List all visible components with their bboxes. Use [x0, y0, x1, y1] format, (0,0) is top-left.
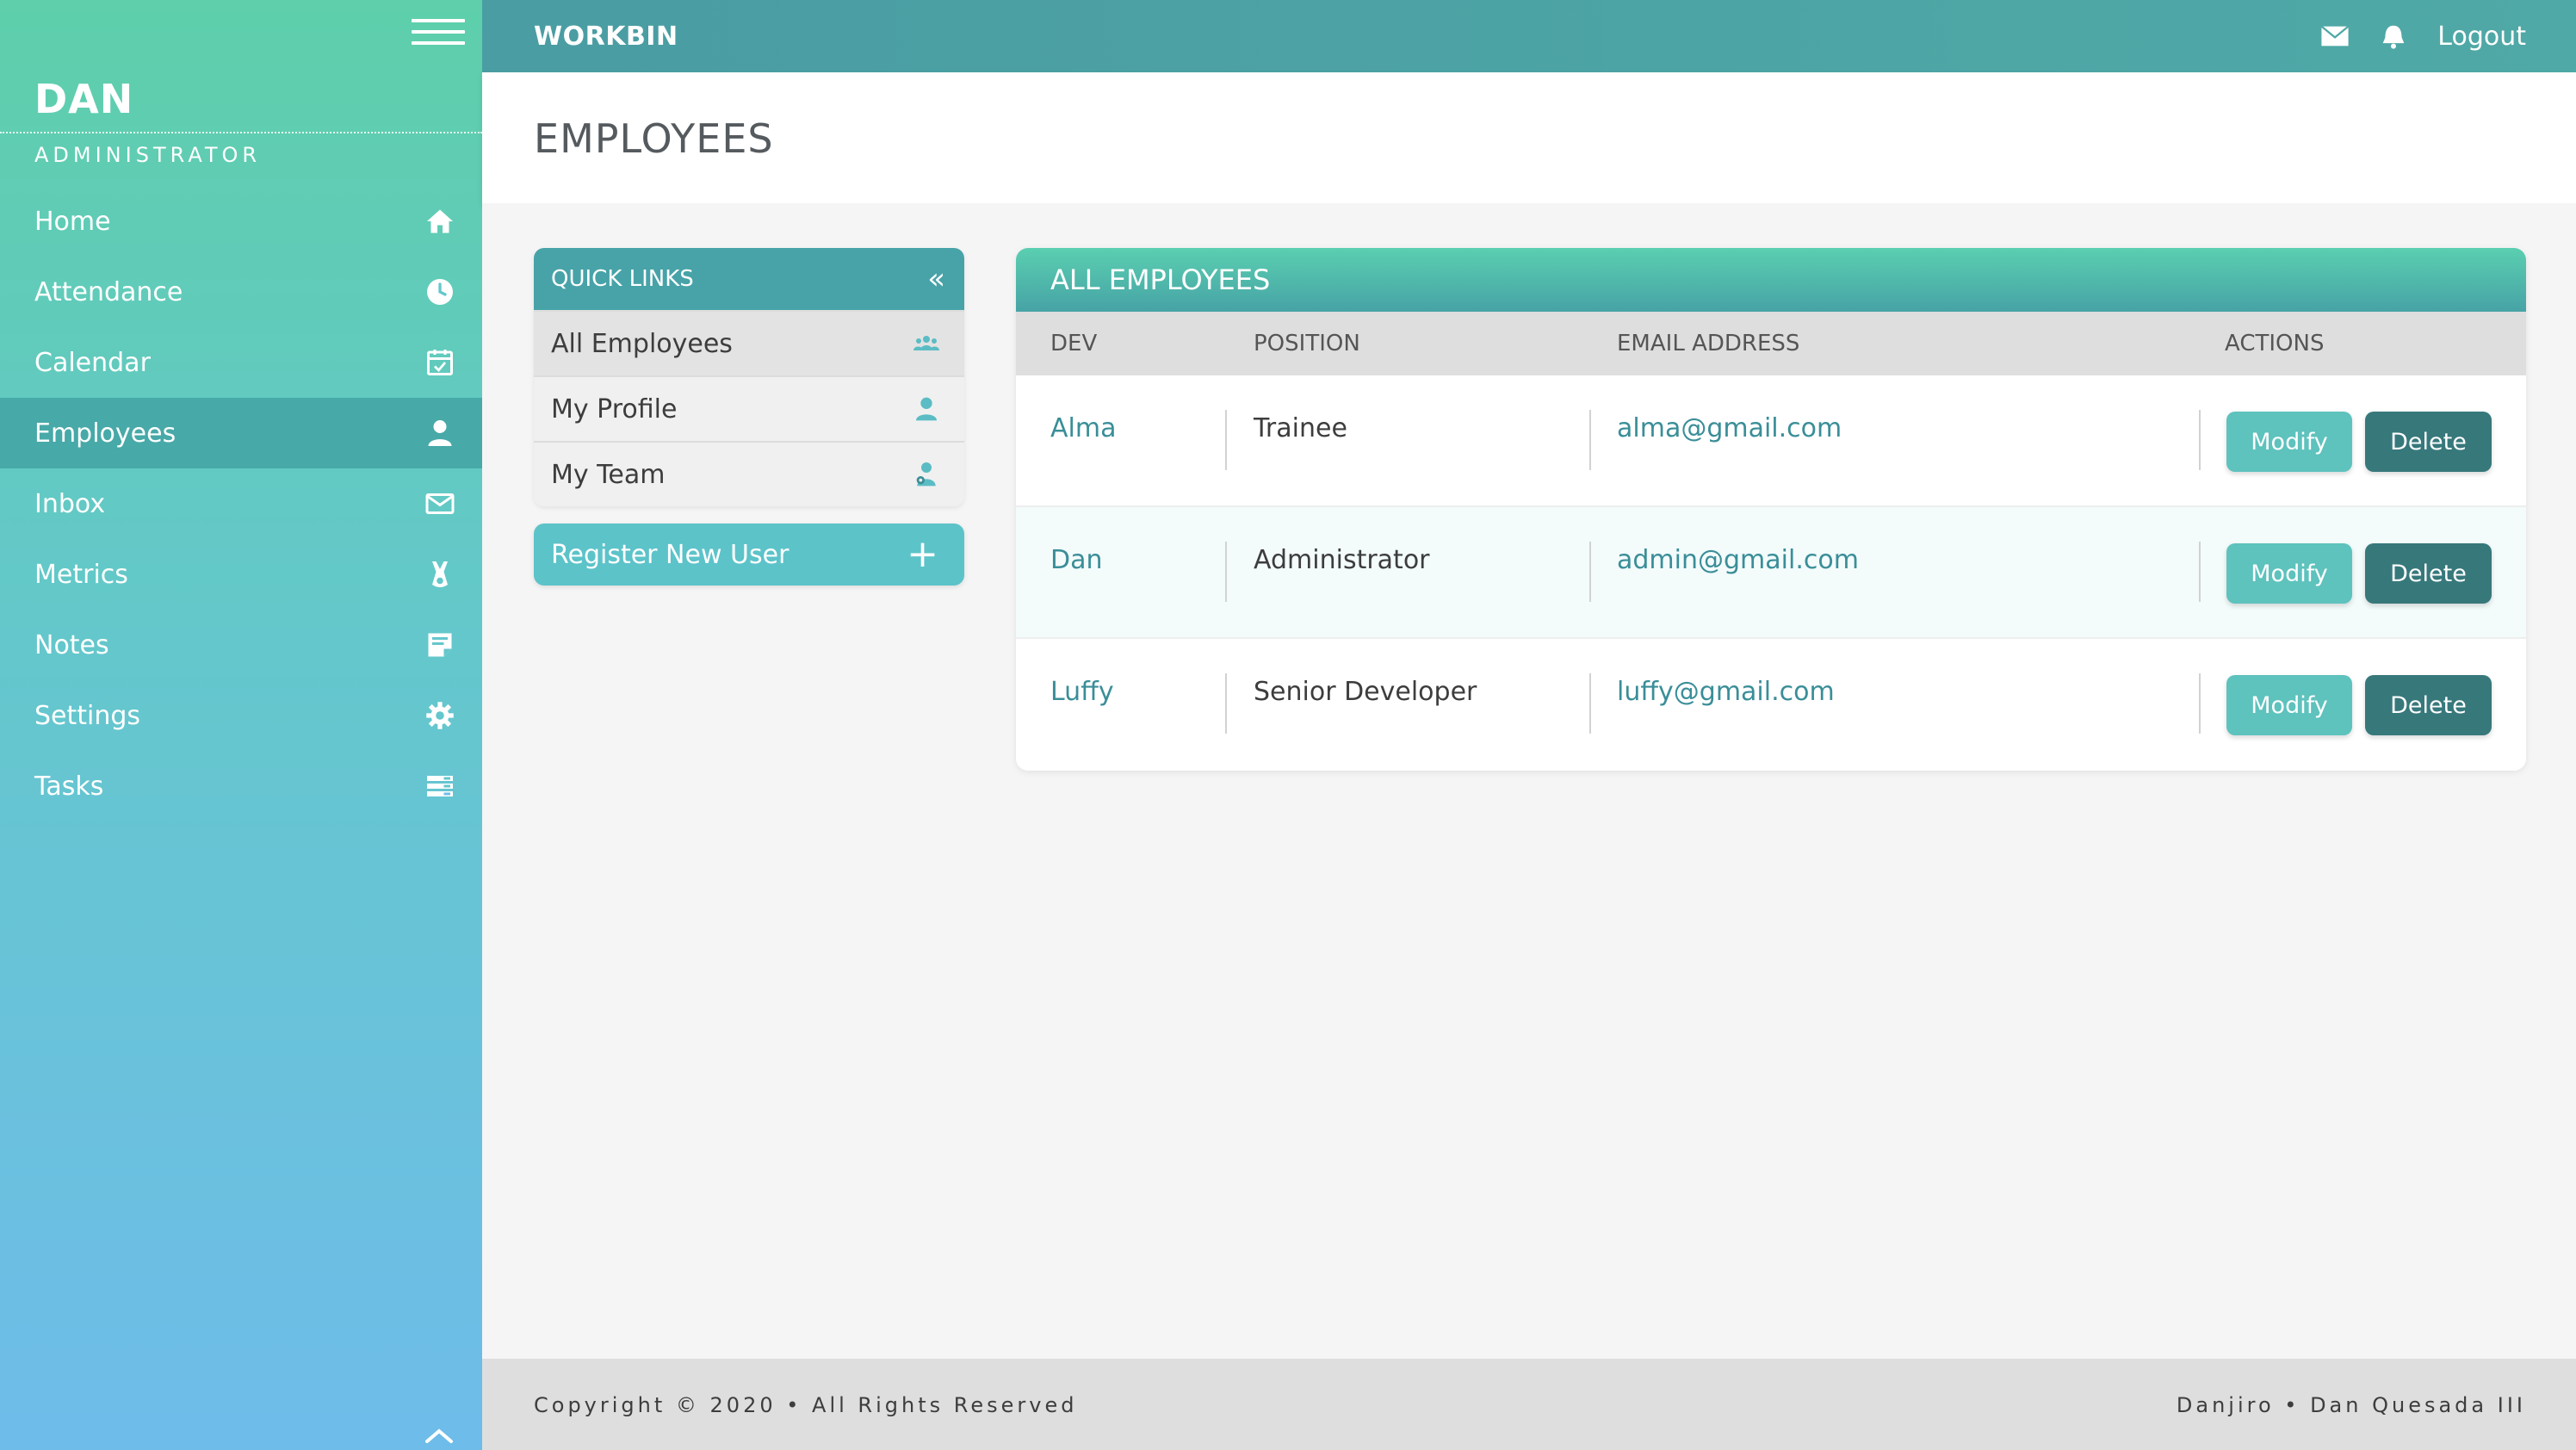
plus-icon: +	[907, 532, 938, 576]
employee-email[interactable]: alma@gmail.com	[1617, 413, 1842, 443]
quick-link-my-team[interactable]: My Team	[534, 441, 964, 506]
envelope-icon	[424, 487, 456, 520]
bell-icon[interactable]	[2379, 23, 2408, 49]
main-content: QUICK LINKS « All Employees My Profile M…	[482, 203, 2576, 1359]
sidebar-nav: Home Attendance Calendar Employees Inbox	[0, 186, 482, 821]
sidebar-item-attendance[interactable]: Attendance	[0, 257, 482, 327]
employee-dev: Dan	[1050, 545, 1103, 575]
clock-icon	[424, 276, 456, 308]
user-divider	[0, 132, 482, 133]
sidebar-item-settings[interactable]: Settings	[0, 680, 482, 751]
column-header-actions: ACTIONS	[2225, 331, 2325, 356]
employee-position: Senior Developer	[1254, 677, 1477, 707]
page-header: EMPLOYEES	[482, 72, 2576, 203]
column-divider	[1589, 410, 1591, 470]
sidebar-item-label: Notes	[34, 629, 109, 660]
sidebar-item-label: Settings	[34, 700, 141, 731]
column-divider	[1225, 542, 1227, 602]
table-row: Luffy Senior Developer luffy@gmail.com M…	[1016, 639, 2526, 771]
employee-position: Trainee	[1254, 413, 1347, 443]
author-credit: Danjiro • Dan Quesada III	[2176, 1393, 2526, 1417]
quick-links-title: QUICK LINKS	[551, 266, 694, 292]
modify-button[interactable]: Modify	[2226, 675, 2352, 735]
sidebar-item-label: Metrics	[34, 559, 128, 590]
sidebar-item-notes[interactable]: Notes	[0, 610, 482, 680]
delete-button[interactable]: Delete	[2365, 543, 2492, 604]
top-actions: Logout	[2320, 22, 2526, 52]
delete-button[interactable]: Delete	[2365, 675, 2492, 735]
column-divider	[1589, 673, 1591, 734]
page-title: EMPLOYEES	[534, 115, 774, 162]
group-icon	[913, 336, 939, 350]
sidebar-item-label: Calendar	[34, 347, 151, 378]
quick-link-label: My Team	[551, 459, 666, 490]
table-row: Dan Administrator admin@gmail.com Modify…	[1016, 507, 2526, 639]
register-button-label: Register New User	[551, 539, 790, 570]
user-name: DAN	[34, 76, 134, 122]
brand-title: WORKBIN	[534, 21, 678, 52]
table-row: Alma Trainee alma@gmail.com Modify Delet…	[1016, 375, 2526, 507]
column-divider	[2199, 542, 2201, 602]
employees-panel-title: ALL EMPLOYEES	[1016, 248, 2526, 312]
employee-email[interactable]: luffy@gmail.com	[1617, 677, 1835, 707]
quick-link-label: My Profile	[551, 393, 678, 424]
column-divider	[2199, 410, 2201, 470]
gear-icon	[424, 699, 456, 732]
mail-icon[interactable]	[2320, 23, 2350, 49]
sidebar-item-calendar[interactable]: Calendar	[0, 327, 482, 398]
employees-panel: ALL EMPLOYEES DEV POSITION EMAIL ADDRESS…	[1016, 248, 2526, 771]
sidebar-item-home[interactable]: Home	[0, 186, 482, 257]
tasks-icon	[424, 770, 456, 802]
employee-position: Administrator	[1254, 545, 1430, 575]
register-new-user-button[interactable]: Register New User +	[534, 524, 964, 586]
logout-link[interactable]: Logout	[2437, 22, 2526, 52]
user-icon	[916, 397, 937, 421]
quick-links-panel: QUICK LINKS « All Employees My Profile M…	[534, 248, 964, 506]
column-divider	[1225, 673, 1227, 734]
modify-button[interactable]: Modify	[2226, 543, 2352, 604]
user-icon	[424, 417, 456, 449]
column-header-dev: DEV	[1050, 331, 1098, 356]
sidebar: DAN ADMINISTRATOR Home Attendance Calend…	[0, 0, 482, 1450]
column-divider	[1589, 542, 1591, 602]
employee-dev: Luffy	[1050, 677, 1114, 707]
sidebar-item-label: Tasks	[34, 771, 104, 802]
footer: Copyright © 2020 • All Rights Reserved D…	[482, 1359, 2576, 1450]
column-divider	[1225, 410, 1227, 470]
sidebar-item-employees[interactable]: Employees	[0, 398, 482, 468]
column-header-position: POSITION	[1254, 331, 1360, 356]
home-icon	[424, 205, 456, 238]
collapse-chevron-icon[interactable]: «	[927, 262, 945, 296]
employee-email[interactable]: admin@gmail.com	[1617, 545, 1859, 575]
sidebar-item-label: Inbox	[34, 488, 106, 519]
user-role: ADMINISTRATOR	[34, 143, 262, 167]
copyright-text: Copyright © 2020 • All Rights Reserved	[534, 1393, 1078, 1417]
sidebar-item-tasks[interactable]: Tasks	[0, 751, 482, 821]
column-header-email: EMAIL ADDRESS	[1617, 331, 1800, 356]
calendar-icon	[424, 346, 456, 379]
team-icon	[916, 462, 936, 486]
modify-button[interactable]: Modify	[2226, 412, 2352, 472]
column-divider	[2199, 673, 2201, 734]
table-header: DEV POSITION EMAIL ADDRESS ACTIONS	[1016, 312, 2526, 375]
hamburger-menu-icon[interactable]	[412, 19, 465, 48]
sidebar-item-metrics[interactable]: Metrics	[0, 539, 482, 610]
sidebar-item-label: Home	[34, 206, 111, 237]
chevron-up-icon[interactable]	[422, 1424, 456, 1445]
note-icon	[424, 629, 456, 661]
quick-link-label: All Employees	[551, 328, 733, 359]
top-bar: WORKBIN Logout	[482, 0, 2576, 72]
sidebar-item-inbox[interactable]: Inbox	[0, 468, 482, 539]
employee-dev: Alma	[1050, 413, 1117, 443]
sidebar-item-label: Attendance	[34, 276, 183, 307]
quick-link-all-employees[interactable]: All Employees	[534, 310, 964, 375]
quick-link-my-profile[interactable]: My Profile	[534, 375, 964, 441]
delete-button[interactable]: Delete	[2365, 412, 2492, 472]
sidebar-item-label: Employees	[34, 418, 176, 449]
quick-links-header: QUICK LINKS «	[534, 248, 964, 310]
flask-icon	[424, 558, 456, 591]
